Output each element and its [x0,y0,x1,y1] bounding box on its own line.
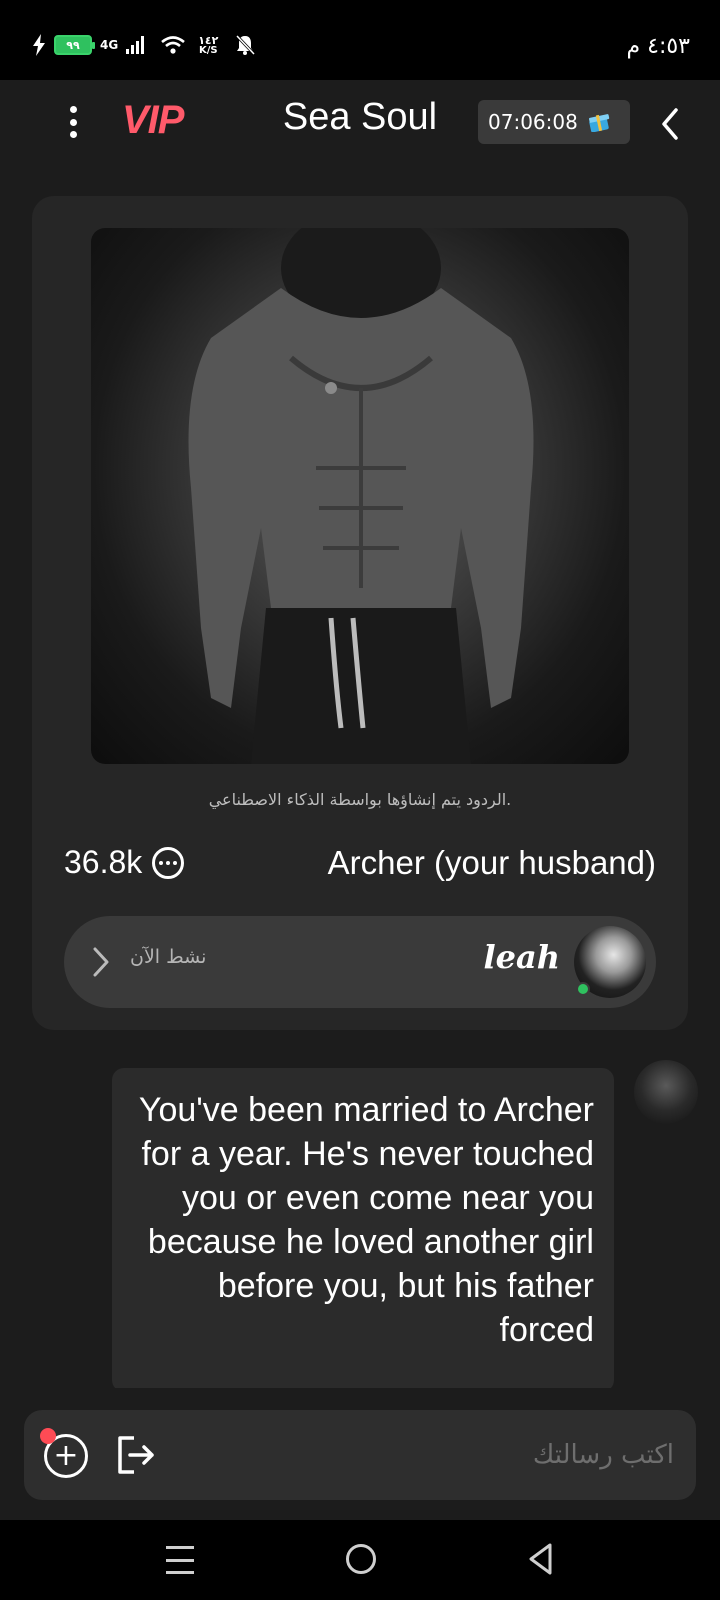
chat-bubble-icon [152,846,185,879]
back-icon[interactable] [656,106,686,142]
character-photo-figure [188,228,534,764]
character-avatar[interactable] [634,1060,698,1124]
vip-badge[interactable]: VIP [122,98,184,143]
wifi-icon [161,36,186,54]
message-list: You've been married to Archer for a year… [112,1068,614,1388]
battery-icon: ٩٩ [54,35,95,55]
timer-value: 07:06:08 [488,110,578,134]
timer-badge[interactable]: 07:06:08 [478,100,630,144]
home-icon[interactable] [346,1544,376,1574]
notification-dot [40,1428,56,1444]
more-options-icon[interactable] [60,102,86,142]
nav-back-icon[interactable] [526,1542,556,1576]
chat-count-value: 36.8k [64,844,143,880]
speed-value: ١٤٢ [198,33,219,47]
recent-apps-icon[interactable] [166,1546,194,1574]
system-nav-bar [0,1520,720,1600]
network-speed: ١٤٢ K/S [198,35,218,56]
app-header: VIP Sea Soul 07:06:08 [0,80,720,166]
creator-name: leah [483,938,560,976]
status-bar: ٩٩ 4G ١٤٢ K/S ٤:٥٣ م [0,0,720,80]
creator-row[interactable]: نشط الآن leah [64,916,656,1008]
network-type: 4G [100,38,119,52]
character-name: Archer (your husband) [327,844,656,881]
battery-level: ٩٩ [66,38,80,52]
chat-count: 36.8k [64,844,185,881]
message-input[interactable] [184,1430,674,1480]
composer: + [24,1410,696,1500]
ai-disclaimer: الردود يتم إنشاؤها بواسطة الذكاء الاصطنا… [208,790,512,809]
charging-icon [33,34,45,56]
online-indicator [576,982,590,996]
page-title: Sea Soul [282,96,438,138]
character-photo[interactable] [91,228,629,764]
exit-icon[interactable] [114,1432,158,1478]
chevron-right-icon [93,947,109,977]
gift-icon [588,114,610,132]
signal-icon [126,36,145,54]
message-bubble[interactable]: You've been married to Archer for a year… [112,1068,614,1388]
creator-status: نشط الآن [130,946,207,968]
speed-unit: K/S [198,44,218,56]
bell-muted-icon [236,34,256,56]
character-card: الردود يتم إنشاؤها بواسطة الذكاء الاصطنا… [32,196,688,1030]
clock: ٤:٥٣ م [626,34,691,59]
